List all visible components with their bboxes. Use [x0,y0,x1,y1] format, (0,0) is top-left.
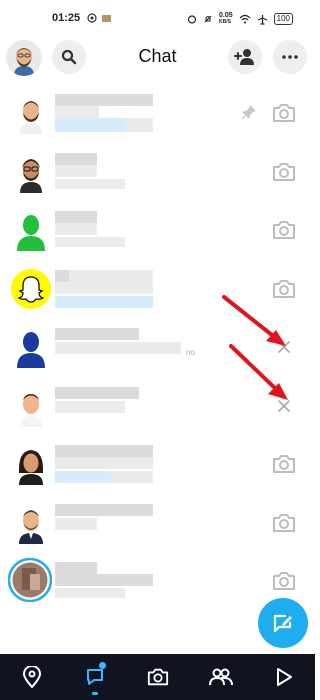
camera-icon [273,513,295,532]
nav-camera[interactable] [136,654,180,700]
chat-row[interactable] [0,494,315,553]
chat-preview-blurred [55,328,195,368]
page-title: Chat [138,46,177,66]
chat-row[interactable] [0,84,315,143]
camera-button[interactable] [271,276,297,302]
avatar [10,92,52,134]
chat-row[interactable] [0,260,315,319]
chat-preview-blurred [55,94,195,134]
nav-friends[interactable] [199,654,243,700]
story-avatar-icon [7,557,53,603]
silent-icon [204,15,212,23]
status-time: 01:25 [52,12,81,24]
airplane-mode-icon [257,14,267,25]
chat-preview-blurred [55,386,195,427]
more-options-button[interactable] [273,40,307,74]
spotlight-icon [277,668,292,686]
avatar[interactable] [7,557,53,603]
add-friend-icon [234,49,254,65]
header: Chat [0,36,315,80]
camera-icon [273,104,295,122]
nav-chat[interactable] [73,654,117,700]
camera-icon [273,162,295,181]
chat-row[interactable] [0,377,315,436]
alarm-icon [187,15,197,24]
pin-icon [241,105,256,120]
avatar [10,268,52,310]
camera-icon [273,455,295,473]
nav-spotlight[interactable] [262,654,306,700]
network-speed: 0.05 KB/S [219,12,233,25]
camera-button[interactable] [271,159,297,185]
bitmoji-avatar-icon [20,393,42,427]
app-notification-icon [102,15,111,22]
chat-row[interactable] [0,201,315,260]
nav-map[interactable] [10,654,54,700]
whatsapp-icon [87,13,97,23]
camera-icon [273,279,295,298]
avatar [10,326,52,368]
bitmoji-avatar-icon [18,450,44,485]
active-indicator [92,692,98,695]
chat-row[interactable] [0,143,315,202]
camera-button[interactable] [271,451,297,477]
camera-button[interactable] [271,568,297,594]
chat-preview-blurred [55,562,195,602]
avatar [10,443,52,485]
camera-button[interactable] [271,510,297,536]
close-icon [278,341,290,353]
chat-icon [87,669,103,685]
bitmoji-avatar-icon [19,509,43,544]
battery-indicator: 100 [273,13,293,25]
camera-button[interactable] [271,217,297,243]
bitmoji-avatar-icon [20,158,42,193]
new-chat-icon [273,614,292,633]
chat-preview-blurred [55,445,195,485]
avatar [10,209,52,251]
camera-icon [147,668,169,686]
chat-list: no [0,84,315,611]
camera-icon [273,572,295,590]
default-avatar-icon [17,332,45,368]
notification-dot [99,662,106,669]
chat-status-text: no [186,348,195,357]
avatar [10,151,52,193]
more-options-icon [282,55,298,59]
close-icon [278,399,290,412]
chat-preview-blurred [55,269,195,310]
avatar [10,502,52,544]
default-avatar-icon [17,215,45,251]
bitmoji-avatar-icon [20,101,42,134]
chat-preview-blurred [55,211,195,251]
chat-row[interactable] [0,435,315,494]
chat-preview-blurred [55,152,195,193]
chat-preview-blurred [55,503,195,544]
snapchat-ghost-icon [11,268,51,309]
friends-icon [209,668,233,686]
camera-button[interactable] [271,100,297,126]
wifi-icon [239,14,251,24]
camera-icon [273,221,295,239]
bottom-navigation [0,654,315,700]
chat-row[interactable]: no [0,318,315,377]
dismiss-button[interactable] [271,334,297,360]
avatar [10,385,52,427]
map-icon [22,666,42,688]
dismiss-button[interactable] [271,393,297,419]
add-friend-button[interactable] [228,40,262,74]
new-chat-button[interactable] [258,598,308,648]
status-bar: 01:25 0.05 KB/S 100 [0,0,315,40]
